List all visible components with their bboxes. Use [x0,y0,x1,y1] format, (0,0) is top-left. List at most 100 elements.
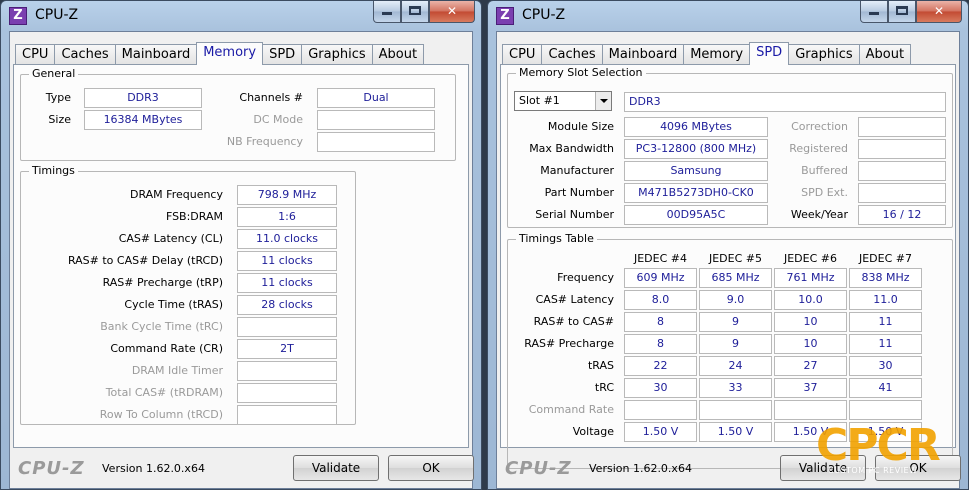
slot-field-label: Part Number [544,186,614,199]
timings-table-cell [699,400,772,420]
validate-button[interactable]: Validate [293,455,379,481]
timing-value: 2T [237,339,337,359]
slot-field-value [858,117,946,137]
memory-type-value: DDR3 [624,92,946,112]
group-title: General [29,67,79,80]
caption-buttons: ✕ [860,1,962,23]
timings-table-cell: 30 [849,356,922,376]
timings-table-cell: 9 [699,334,772,354]
timings-table-cell: 609 MHz [624,268,697,288]
jedec-column-header: JEDEC #4 [633,252,687,265]
timing-value [237,383,337,403]
timings-table-cell: 11 [849,334,922,354]
tab-memory[interactable]: Memory [196,42,264,65]
version-text: Version 1.62.0.x64 [102,462,205,475]
tab-cpu[interactable]: CPU [502,44,543,65]
ok-button[interactable]: OK [388,455,474,481]
slot-field-label: Max Bandwidth [529,142,614,155]
slot-field-label: SPD Ext. [801,186,848,199]
timings-group: Timings DRAM Frequency 798.9 MHz FSB:DRAM 1… [20,164,356,425]
slot-field-label: Buffered [801,164,848,177]
timings-table-cell [624,400,697,420]
timing-value: 1:6 [237,207,337,227]
timings-table-cell: 8 [624,312,697,332]
chevron-down-icon[interactable] [595,92,611,110]
slot-field-value: PC3-12800 (800 MHz) [624,139,768,159]
watermark-tagline: CUSTOM PC REVIEW [828,466,918,475]
timing-value [237,317,337,337]
slot-field-value [858,183,946,203]
tab-spd[interactable]: SPD [749,42,790,65]
group-title: Memory Slot Selection [516,66,646,79]
window-client: CPU Caches Mainboard Memory SPD Graphics… [9,31,474,489]
timings-table-row-label: tRAS [587,359,614,372]
tab-mainboard[interactable]: Mainboard [114,44,198,65]
tab-caches[interactable]: Caches [54,44,116,65]
maximize-button[interactable] [401,1,429,23]
timings-table-row-label: RAS# to CAS# [533,315,614,328]
timing-label: FSB:DRAM [165,210,223,223]
slot-field-label: Serial Number [535,208,614,221]
timings-table-cell: 41 [849,378,922,398]
maximize-button[interactable] [888,1,916,23]
timings-table-cell: 8 [624,334,697,354]
timings-table-cell: 30 [624,378,697,398]
tab-about[interactable]: About [371,44,425,65]
slot-select-value: Slot #1 [519,94,560,107]
maximize-icon [896,6,908,15]
timings-table-cell: 685 MHz [699,268,772,288]
type-label: Type [45,91,71,104]
minimize-button[interactable] [860,1,888,23]
timings-table-cell: 10 [774,312,847,332]
nb-frequency-value [317,132,435,152]
memory-page: General Type DDR3 Size 16384 MBytes Chan… [13,64,469,448]
group-title: Timings [29,164,78,177]
timings-table-cell: 838 MHz [849,268,922,288]
timings-table-cell: 9 [699,312,772,332]
cpuz-brand-logo: CPU-Z [18,458,85,479]
minimize-icon [382,12,392,15]
slot-field-label: Manufacturer [540,164,614,177]
slot-select[interactable]: Slot #1 [514,91,612,111]
tab-about[interactable]: About [858,44,912,65]
close-icon: ✕ [933,4,945,18]
slot-field-value [858,161,946,181]
timings-table-cell: 10.0 [774,290,847,310]
tab-mainboard[interactable]: Mainboard [601,44,685,65]
jedec-column-header: JEDEC #5 [708,252,762,265]
group-title: Timings Table [516,232,597,245]
dc-mode-value [317,110,435,130]
tab-spd[interactable]: SPD [262,44,303,65]
timing-label: Total CAS# (tRDRAM) [105,386,223,399]
slot-field-label: Registered [789,142,848,155]
close-button[interactable]: ✕ [916,1,962,23]
minimize-button[interactable] [373,1,401,23]
close-button[interactable]: ✕ [429,1,475,23]
tab-caches[interactable]: Caches [541,44,603,65]
tab-strip: CPU Caches Mainboard Memory SPD Graphics… [15,42,425,65]
timings-table-row-label: Command Rate [528,403,614,416]
timings-table-cell: 11 [849,312,922,332]
timings-table-cell: 10 [774,334,847,354]
tab-cpu[interactable]: CPU [15,44,56,65]
timing-label: CAS# Latency (CL) [118,232,223,245]
tab-memory[interactable]: Memory [683,44,751,65]
slot-field-value [858,139,946,159]
caption-buttons: ✕ [373,1,475,23]
timing-label: Row To Column (tRCD) [99,408,223,421]
cpuz-brand-logo: CPU-Z [505,458,572,479]
timing-value [237,361,337,381]
cpuz-app-icon: Z [9,7,27,25]
timings-table-cell: 33 [699,378,772,398]
title-bar[interactable]: Z CPU-Z ✕ [1,1,481,31]
title-bar[interactable]: Z CPU-Z ✕ [488,1,968,31]
tab-graphics[interactable]: Graphics [788,44,860,65]
general-group: General Type DDR3 Size 16384 MBytes Chan… [20,67,456,161]
timings-table-cell [849,400,922,420]
jedec-column-header: JEDEC #7 [858,252,912,265]
slot-field-value: 00D95A5C [624,205,768,225]
channels-label: Channels # [239,91,303,104]
type-value: DDR3 [84,88,202,108]
slot-field-label: Module Size [547,120,614,133]
tab-graphics[interactable]: Graphics [301,44,373,65]
